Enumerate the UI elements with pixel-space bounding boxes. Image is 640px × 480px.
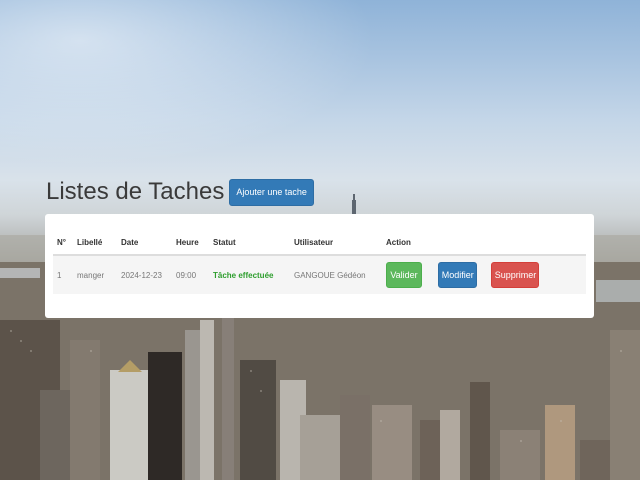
cell-statut: Tâche effectuée (209, 255, 290, 294)
header-statut: Statut (209, 238, 290, 256)
cell-libelle: manger (73, 255, 117, 294)
page-title: Listes de Taches (46, 178, 225, 205)
add-task-button[interactable]: Ajouter une tache (229, 178, 314, 206)
header-heure: Heure (172, 238, 209, 256)
cell-actions: Valider Modifier Supprimer (382, 255, 586, 294)
page-header: Listes de Taches Ajouter une tache (46, 178, 314, 206)
header-date: Date (117, 238, 172, 256)
tasks-table: N° Libellé Date Heure Statut Utilisateur… (53, 238, 586, 294)
cell-heure: 09:00 (172, 255, 209, 294)
cell-utilisateur: GANGOUE Gédéon (290, 255, 382, 294)
header-libelle: Libellé (73, 238, 117, 256)
table-header-row: N° Libellé Date Heure Statut Utilisateur… (53, 238, 586, 256)
delete-button[interactable]: Supprimer (491, 262, 540, 288)
header-num: N° (53, 238, 73, 256)
edit-button[interactable]: Modifier (438, 262, 478, 288)
cell-date: 2024-12-23 (117, 255, 172, 294)
validate-button[interactable]: Valider (386, 262, 422, 288)
header-utilisateur: Utilisateur (290, 238, 382, 256)
header-action: Action (382, 238, 586, 256)
tasks-card: N° Libellé Date Heure Statut Utilisateur… (45, 214, 594, 318)
table-row: 1 manger 2024-12-23 09:00 Tâche effectué… (53, 255, 586, 294)
cell-num: 1 (53, 255, 73, 294)
